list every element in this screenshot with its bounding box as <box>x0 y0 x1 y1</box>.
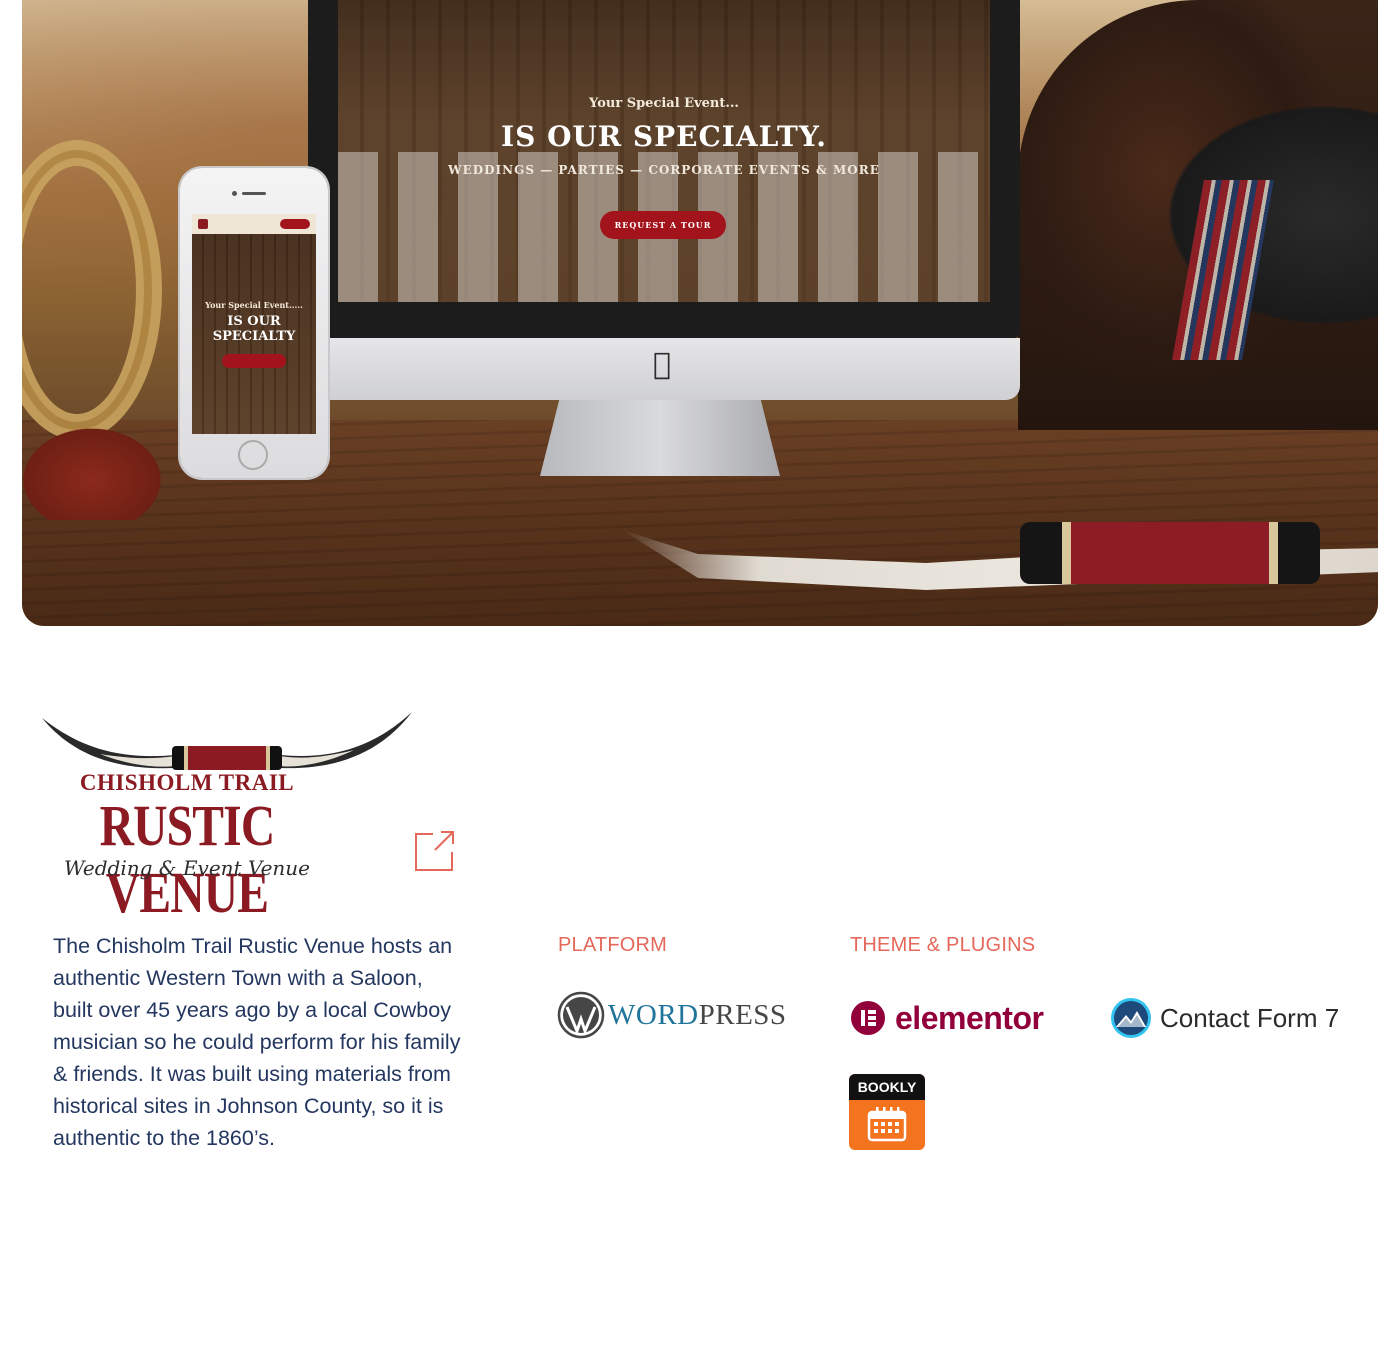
elementor-logo: elementor <box>850 996 1044 1040</box>
bookly-logo: BOOKLY <box>849 1074 925 1150</box>
iphone-mockup: Your Special Event..... IS OUR SPECIALTY <box>180 168 328 478</box>
elementor-logo-icon <box>851 1001 885 1035</box>
phone-subtitle: Your Special Event..... <box>205 300 303 310</box>
speaker-grill <box>242 192 266 195</box>
theme-plugins-label: THEME & PLUGINS <box>850 934 1036 956</box>
screen-services: WEDDINGS — PARTIES — CORPORATE EVENTS & … <box>448 163 880 177</box>
wordpress-logo: WORDPRESS <box>557 990 787 1040</box>
apple-logo-icon:  <box>648 348 676 382</box>
bookly-calendar-icon <box>867 1107 907 1142</box>
platform-label: PLATFORM <box>558 934 668 956</box>
cowboy-boots <box>22 420 172 520</box>
elementor-wordmark: elementor <box>895 999 1044 1036</box>
camera-icon <box>232 191 237 196</box>
wordpress-press: PRESS <box>698 998 787 1031</box>
phone-contact-button <box>280 219 310 229</box>
phone-header <box>192 214 316 234</box>
phone-request-button <box>222 354 286 368</box>
phone-logo-icon <box>198 219 208 229</box>
wordpress-logo-icon <box>557 991 605 1039</box>
screen-title: IS OUR SPECIALTY. <box>501 120 827 153</box>
contact-form-7-wordmark: Contact Form 7 <box>1160 1002 1340 1033</box>
iphone-screen: Your Special Event..... IS OUR SPECIALTY <box>192 214 316 434</box>
bookly-wordmark: BOOKLY <box>849 1074 925 1100</box>
contact-form-7-logo-icon <box>1111 998 1151 1038</box>
wordpress-word: WORD <box>608 998 699 1031</box>
home-button <box>238 440 268 470</box>
screen-subtitle: Your Special Event... <box>589 96 739 111</box>
contact-form-7-logo: Contact Form 7 <box>1110 996 1339 1040</box>
phone-title: IS OUR SPECIALTY <box>212 314 296 344</box>
longhorn-wrap <box>1020 522 1320 584</box>
project-description: The Chisholm Trail Rustic Venue hosts an… <box>53 934 461 1150</box>
imac-stand <box>540 400 780 476</box>
screen-request-tour-button: REQUEST A TOUR <box>600 211 726 239</box>
brand-tagline: Wedding & Event Venue <box>63 856 310 880</box>
external-link-icon[interactable] <box>413 830 455 872</box>
wordpress-wordmark: WORDPRESS <box>608 999 787 1032</box>
